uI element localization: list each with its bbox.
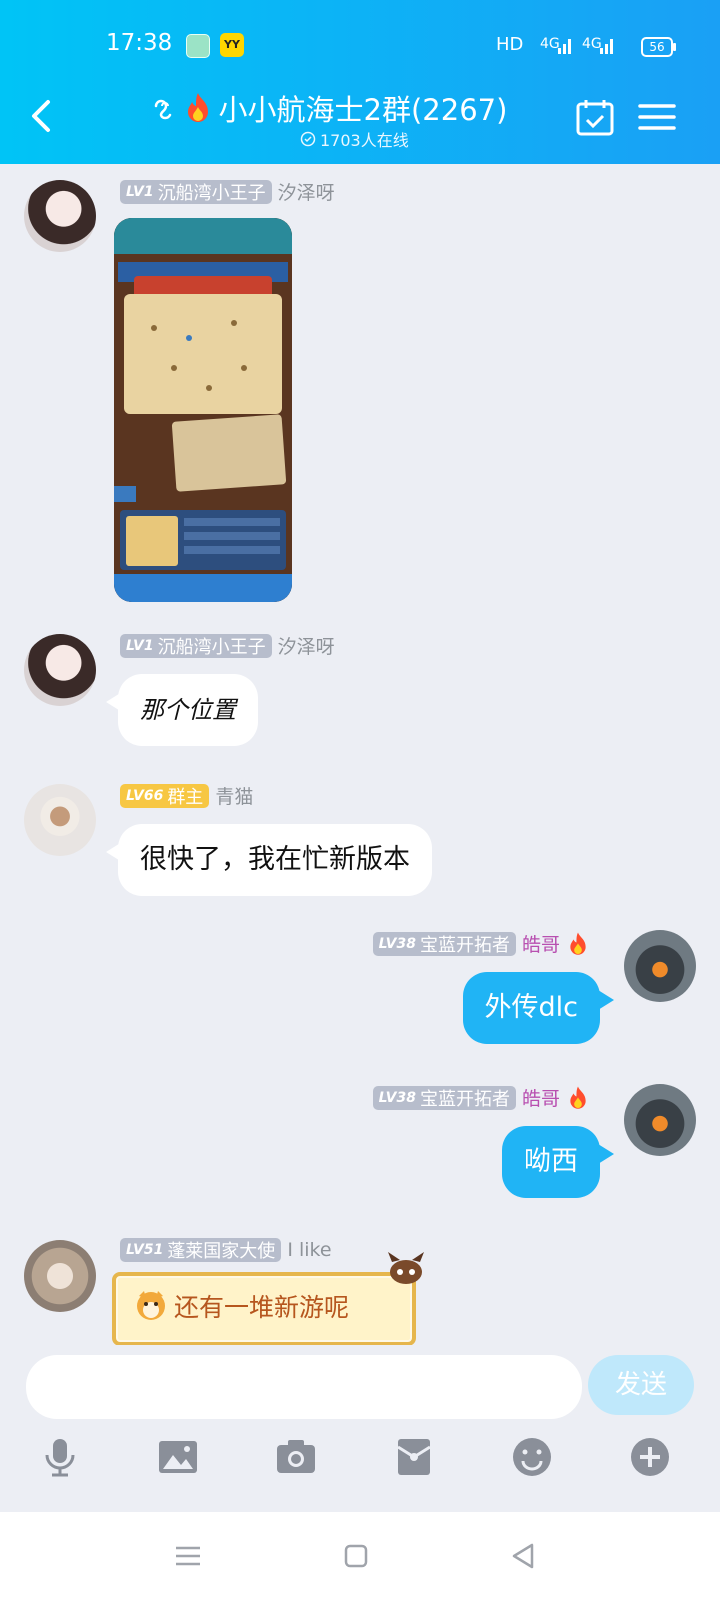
chat-header: 17:38 YY HD 4G 4G 56 小小航海士2群(2267) 1703人… [0,0,720,164]
avatar[interactable] [24,634,96,706]
message-item: LV66 群主 青猫 很快了，我在忙新版本 [0,768,720,908]
status-time: 17:38 [106,30,173,56]
message-item: LV38 宝蓝开拓者 皓哥 外传dlc [0,916,720,1056]
image-icon[interactable] [156,1435,200,1479]
message-item: LV38 宝蓝开拓者 皓哥 呦西 [0,1070,720,1210]
message-bubble[interactable]: 那个位置 [118,674,258,746]
sender-name[interactable]: 皓哥 [522,1084,560,1111]
status-bar: 17:38 YY HD 4G 4G 56 [0,0,720,90]
flame-icon [570,1086,586,1109]
system-nav-bar [0,1512,720,1600]
level-badge: LV38 宝蓝开拓者 [372,931,516,956]
sim1-indicator: 4G [540,36,560,52]
chat-title-row[interactable]: 小小航海士2群(2267) [140,88,520,128]
signal-1-icon [558,39,571,54]
hd-indicator: HD [496,34,524,55]
camera-icon[interactable] [274,1435,318,1479]
level-badge: LV1 沉船湾小王子 [120,633,272,658]
send-button[interactable]: 发送 [588,1355,694,1415]
hamburger-menu-icon[interactable] [636,96,680,140]
flame-icon [570,932,586,955]
plus-icon[interactable] [628,1435,672,1479]
level-badge: LV51 蓬莱国家大使 [120,1238,282,1262]
sender-name[interactable]: I like [287,1239,331,1261]
home-icon[interactable] [340,1540,372,1572]
level-badge: LV38 宝蓝开拓者 [372,1085,516,1110]
sender-meta: LV1 沉船湾小王子 汐泽呀 [120,632,335,659]
avatar[interactable] [624,930,696,1002]
emoji-icon[interactable] [510,1435,554,1479]
message-item: LV1 沉船湾小王子 汐泽呀 那个位置 [0,618,720,758]
sender-name[interactable]: 汐泽呀 [278,632,335,659]
signal-2-icon [600,39,613,54]
recents-icon[interactable] [172,1540,204,1572]
battery-indicator: 56 [641,37,676,57]
sender-meta: LV1 沉船湾小王子 汐泽呀 [120,178,335,205]
input-bar: 发送 [0,1345,720,1485]
microphone-icon[interactable] [38,1435,82,1479]
avatar[interactable] [24,784,96,856]
check-circle-icon [300,131,316,147]
message-input[interactable] [26,1355,582,1419]
message-bubble-text: 还有一堆新游呢 [174,1293,350,1322]
avatar[interactable] [624,1084,696,1156]
mascot-icon [388,1252,424,1284]
sim2-indicator: 4G [582,36,602,52]
sender-meta: LV38 宝蓝开拓者 皓哥 [372,1084,590,1111]
shiba-emoji-icon [137,1291,165,1320]
avatar[interactable] [24,180,96,252]
message-bubble[interactable]: 呦西 [502,1126,600,1198]
red-packet-icon[interactable] [392,1435,436,1479]
back-icon[interactable] [508,1540,540,1572]
message-bubble[interactable]: 很快了，我在忙新版本 [118,824,432,896]
sender-name[interactable]: 汐泽呀 [278,178,335,205]
online-count: 1703人在线 [300,127,409,151]
owner-badge: LV66 群主 [120,783,210,808]
sender-name[interactable]: 青猫 [215,782,253,809]
chat-title: 小小航海士2群(2267) [218,93,508,127]
chevron-left-icon[interactable] [24,96,60,136]
green-app-icon [186,34,210,58]
message-list[interactable]: LV1 沉船湾小王子 汐泽呀 LV1 沉船湾小王子 汐泽呀 那个位置 LV66 … [0,164,720,1359]
sender-meta: LV51 蓬莱国家大使 I like [120,1238,332,1262]
message-bubble[interactable]: 外传dlc [462,972,600,1044]
sender-meta: LV38 宝蓝开拓者 皓哥 [372,930,590,957]
online-count-text: 1703人在线 [320,131,409,150]
sender-name[interactable]: 皓哥 [522,930,560,957]
ear-icon [154,99,171,120]
level-badge: LV1 沉船湾小王子 [120,179,272,204]
fancy-message-bubble[interactable]: 还有一堆新游呢 [112,1252,424,1346]
sender-meta: LV66 群主 青猫 [120,782,253,809]
flame-icon [187,93,208,122]
yy-app-icon: YY [220,33,244,57]
avatar[interactable] [24,1240,96,1312]
game-screenshot-world-map [114,218,292,602]
calendar-check-icon[interactable] [574,96,618,140]
message-image[interactable] [114,218,292,602]
message-item: LV1 沉船湾小王子 汐泽呀 [0,164,720,614]
